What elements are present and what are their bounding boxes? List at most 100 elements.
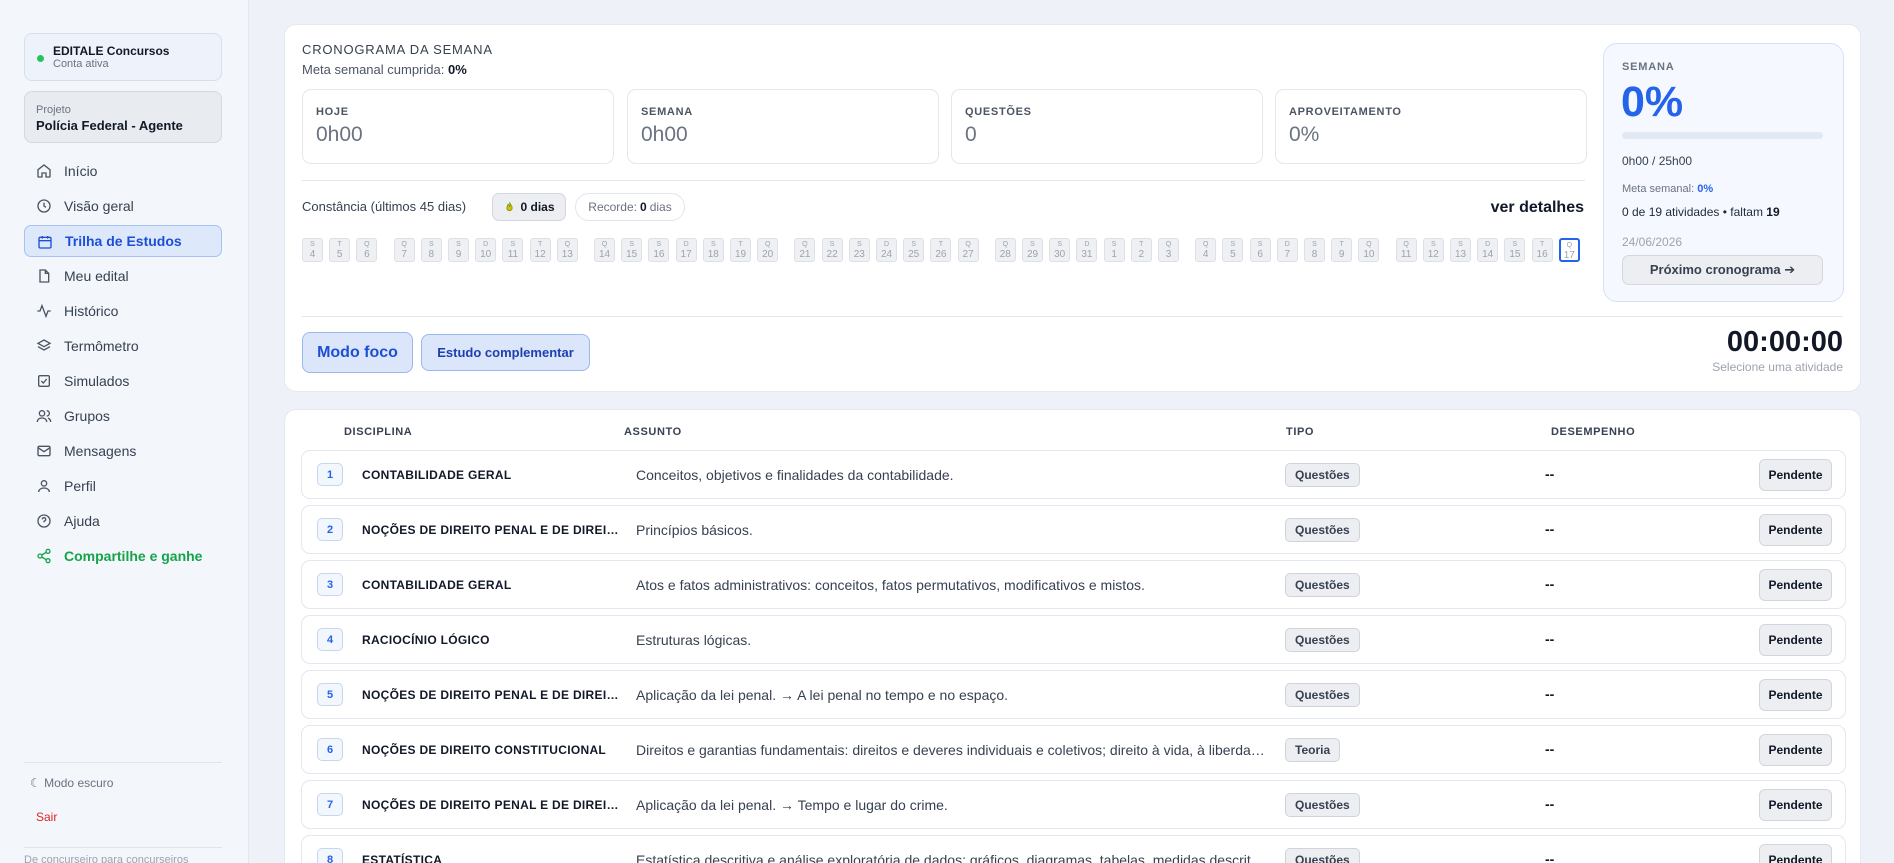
- sidebar-item-simulados[interactable]: Simulados: [24, 365, 222, 397]
- sidebar-item-termometro[interactable]: Termômetro: [24, 330, 222, 362]
- calendar-day[interactable]: S4: [302, 238, 323, 262]
- logout-link[interactable]: Sair: [36, 810, 57, 824]
- row-status-button[interactable]: Pendente: [1759, 459, 1832, 491]
- calendar-day[interactable]: D 31: [1076, 238, 1098, 262]
- row-status-button[interactable]: Pendente: [1759, 514, 1832, 546]
- calendar-day[interactable]: Q 27: [957, 238, 979, 262]
- calendar-day[interactable]: D 24: [876, 238, 897, 262]
- calendar-day[interactable]: Q 14: [594, 238, 615, 262]
- stat-value: 0%: [1289, 123, 1320, 146]
- focus-mode-button[interactable]: Modo foco: [302, 332, 413, 373]
- calendar-day[interactable]: Q 20: [757, 238, 779, 262]
- calendar-day[interactable]: D7: [1276, 238, 1298, 262]
- row-tipo-badge: Questões: [1285, 463, 1360, 487]
- calendar-day-number: 5: [336, 249, 343, 260]
- row-status-button[interactable]: Pendente: [1759, 789, 1832, 821]
- row-status-button[interactable]: Pendente: [1759, 734, 1832, 766]
- sidebar-item-visao-geral[interactable]: Visão geral: [24, 190, 222, 222]
- share-icon: [37, 548, 51, 564]
- calendar-day[interactable]: T2: [1130, 238, 1152, 262]
- calendar-day[interactable]: Q 11: [1395, 238, 1417, 262]
- calendar-day[interactable]: S5: [1222, 238, 1244, 262]
- row-status-button[interactable]: Pendente: [1759, 844, 1832, 863]
- complementary-study-button[interactable]: Estudo complementar: [421, 334, 590, 371]
- sidebar-item-meu-edital[interactable]: Meu edital: [24, 260, 222, 292]
- calendar-day[interactable]: Q 28: [994, 238, 1016, 262]
- calendar-day[interactable]: S 30: [1049, 238, 1071, 262]
- row-disciplina: NOÇÕES DE DIREITO CONSTITUCIONAL: [362, 743, 607, 757]
- table-row[interactable]: 8 ESTATÍSTICA Estatística descritiva e aná…: [301, 835, 1846, 863]
- calendar-day[interactable]: Q 13: [556, 238, 578, 262]
- calendar-day[interactable]: D 10: [475, 238, 497, 262]
- table-row[interactable]: 1 CONTABILIDADE GERAL Conceitos, objetivos…: [301, 450, 1846, 499]
- calendar-day[interactable]: T 12: [529, 238, 551, 262]
- calendar-day[interactable]: S8: [420, 238, 442, 262]
- project-selector[interactable]: Projeto Polícia Federal - Agente: [24, 91, 222, 143]
- table-row[interactable]: 5 NOÇÕES DE DIREITO PENAL E DE DIREITO PR…: [301, 670, 1846, 719]
- table-row[interactable]: 2 NOÇÕES DE DIREITO PENAL E DE DIREITO PR…: [301, 505, 1846, 554]
- calendar-day[interactable]: S 15: [621, 238, 643, 262]
- sidebar-item-historico[interactable]: Histórico: [24, 295, 222, 327]
- calendar-day[interactable]: T 19: [730, 238, 751, 262]
- calendar-day[interactable]: T9: [1331, 238, 1353, 262]
- row-disciplina: NOÇÕES DE DIREITO PENAL E DE DIREITO PRO…: [362, 798, 624, 812]
- calendar-day[interactable]: Q7: [393, 238, 415, 262]
- calendar-day[interactable]: T5: [329, 238, 351, 262]
- schedule-title: CRONOGRAMA DA SEMANA: [302, 42, 493, 57]
- row-desempenho: --: [1545, 741, 1555, 757]
- row-status-button[interactable]: Pendente: [1759, 679, 1832, 711]
- sidebar-item-perfil[interactable]: Perfil: [24, 470, 222, 502]
- calendar-day[interactable]: S 13: [1450, 238, 1471, 262]
- table-row[interactable]: 3 CONTABILIDADE GERAL Atos e fatos adminis…: [301, 560, 1846, 609]
- calendar-day[interactable]: Q3: [1158, 238, 1179, 262]
- sidebar-item-compartilhe[interactable]: Compartilhe e ganhe: [24, 540, 222, 572]
- sidebar-item-mensagens[interactable]: Mensagens: [24, 435, 222, 467]
- sidebar: EDITALE Concursos Conta ativa Projeto Po…: [0, 0, 249, 863]
- calendar-day[interactable]: S 23: [848, 238, 870, 262]
- calendar-day[interactable]: S1: [1103, 238, 1125, 262]
- sidebar-item-grupos[interactable]: Grupos: [24, 400, 222, 432]
- calendar-day[interactable]: Q 17: [1558, 238, 1580, 262]
- calendar-day-number: 6: [364, 249, 370, 260]
- sidebar-item-inicio[interactable]: Início: [24, 155, 222, 187]
- calendar-day[interactable]: S 11: [502, 238, 524, 262]
- account-card[interactable]: EDITALE Concursos Conta ativa: [24, 33, 222, 81]
- table-row[interactable]: 7 NOÇÕES DE DIREITO PENAL E DE DIREITO PR…: [301, 780, 1846, 829]
- calendar-day[interactable]: S 29: [1022, 238, 1043, 262]
- row-number: 5: [317, 683, 343, 706]
- dark-mode-toggle[interactable]: ☾ Modo escuro: [30, 776, 113, 790]
- calendar-day[interactable]: S 16: [648, 238, 670, 262]
- calendar-day[interactable]: T 26: [930, 238, 952, 262]
- calendar-day[interactable]: S6: [1249, 238, 1271, 262]
- row-assunto: Estatística descritiva e análise explora…: [636, 852, 1266, 863]
- calendar-day[interactable]: S 12: [1422, 238, 1444, 262]
- calendar-day[interactable]: Q 21: [794, 238, 816, 262]
- sidebar-item-ajuda[interactable]: Ajuda: [24, 505, 222, 537]
- next-schedule-button[interactable]: Próximo cronograma ➔: [1622, 255, 1823, 285]
- week-goal-value: 0%: [1697, 183, 1714, 195]
- calendar-day[interactable]: Q 10: [1358, 238, 1380, 262]
- calendar-day[interactable]: Q6: [356, 238, 378, 262]
- table-row[interactable]: 4 RACIOCÍNIO LÓGICO Estruturas lógicas. Que…: [301, 615, 1846, 664]
- calendar-day[interactable]: T 16: [1531, 238, 1553, 262]
- calendar-day[interactable]: Q4: [1195, 238, 1217, 262]
- divider: [302, 316, 1843, 317]
- row-status-button[interactable]: Pendente: [1759, 624, 1832, 656]
- table-row[interactable]: 6 NOÇÕES DE DIREITO CONSTITUCIONAL Direito…: [301, 725, 1846, 774]
- project-name: Polícia Federal - Agente: [36, 118, 183, 133]
- stat-label: APROVEITAMENTO: [1289, 106, 1402, 118]
- calendar-day[interactable]: S 25: [903, 238, 925, 262]
- calendar-day[interactable]: D 14: [1477, 238, 1499, 262]
- calendar-day[interactable]: D 17: [675, 238, 697, 262]
- sidebar-item-trilha-de-estudos[interactable]: Trilha de Estudos: [24, 225, 222, 257]
- calendar-day-number: 15: [1509, 249, 1521, 260]
- calendar-day[interactable]: S 22: [821, 238, 843, 262]
- calendar-day[interactable]: S 18: [702, 238, 724, 262]
- calendar-day[interactable]: S9: [448, 238, 469, 262]
- calendar-day[interactable]: S 15: [1504, 238, 1526, 262]
- sidebar-item-label: Ajuda: [64, 513, 100, 529]
- details-link[interactable]: ver detalhes: [1491, 199, 1584, 217]
- week-activities-left: 19: [1766, 205, 1780, 219]
- calendar-day[interactable]: S8: [1304, 238, 1325, 262]
- row-status-button[interactable]: Pendente: [1759, 569, 1832, 601]
